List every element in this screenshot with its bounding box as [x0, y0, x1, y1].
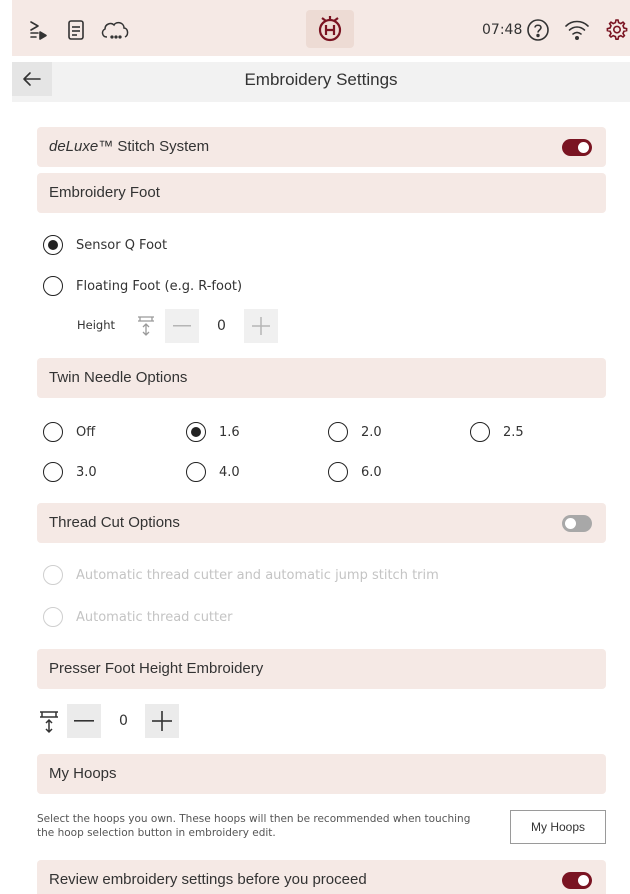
help-icon[interactable]	[526, 18, 550, 42]
deluxe-stitch-system-label: deLuxe™ Stitch System	[49, 138, 210, 155]
radio-button[interactable]	[186, 422, 206, 442]
radio-twin-4-0[interactable]: 4.0	[186, 460, 240, 484]
embroidery-foot-header: Embroidery Foot	[37, 173, 606, 213]
radio-button[interactable]	[43, 235, 63, 255]
radio-button	[43, 565, 63, 585]
minus-icon	[173, 325, 191, 327]
cloud-icon[interactable]	[98, 18, 132, 42]
review-settings-label: Review embroidery settings before you pr…	[49, 871, 367, 888]
my-hoops-description: Select the hoops you own. These hoops wi…	[37, 813, 471, 839]
radio-twin-1-6[interactable]: 1.6	[186, 420, 240, 444]
deluxe-stitch-system-row: deLuxe™ Stitch System	[37, 127, 606, 167]
section-title: Twin Needle Options	[49, 369, 188, 386]
document-icon[interactable]	[66, 18, 86, 42]
height-value: 0	[217, 318, 226, 334]
settings-gear-icon[interactable]	[604, 18, 628, 42]
review-settings-toggle[interactable]	[562, 872, 592, 889]
height-decrease-button[interactable]	[165, 309, 199, 343]
wifi-icon[interactable]	[564, 18, 590, 42]
title-bar: Embroidery Settings	[12, 62, 630, 102]
radio-button[interactable]	[328, 422, 348, 442]
radio-twin-3-0[interactable]: 3.0	[43, 460, 97, 484]
height-label: Height	[77, 318, 116, 332]
section-title: Presser Foot Height Embroidery	[49, 660, 264, 677]
radio-button[interactable]	[470, 422, 490, 442]
my-hoops-button[interactable]: My Hoops	[510, 810, 606, 844]
section-title: Embroidery Foot	[49, 184, 160, 201]
status-bar: 07:48	[12, 0, 630, 56]
presser-foot-increase-button[interactable]	[145, 704, 179, 738]
radio-button[interactable]	[43, 462, 63, 482]
twin-needle-options-header: Twin Needle Options	[37, 358, 606, 398]
my-hoops-header: My Hoops	[37, 754, 606, 794]
radio-button[interactable]	[186, 462, 206, 482]
page-title: Embroidery Settings	[244, 70, 398, 89]
radio-button	[43, 607, 63, 627]
presser-foot-value: 0	[119, 713, 128, 729]
radio-twin-2-5[interactable]: 2.5	[470, 420, 524, 444]
deluxe-stitch-system-toggle[interactable]	[562, 139, 592, 156]
husqvarna-logo[interactable]	[306, 10, 354, 48]
thread-cut-toggle[interactable]	[562, 515, 592, 532]
plus-icon	[252, 317, 270, 335]
radio-cutter-and-jump-trim: Automatic thread cutter and automatic ju…	[43, 563, 439, 587]
thread-cut-options-row: Thread Cut Options	[37, 503, 606, 543]
radio-floating-foot[interactable]: Floating Foot (e.g. R-foot)	[43, 274, 242, 298]
radio-button[interactable]	[43, 422, 63, 442]
sewing-mode-icon[interactable]	[28, 18, 50, 42]
section-title: Thread Cut Options	[49, 514, 180, 531]
review-settings-row: Review embroidery settings before you pr…	[37, 860, 606, 894]
plus-icon	[152, 711, 172, 731]
radio-twin-6-0[interactable]: 6.0	[328, 460, 382, 484]
presser-foot-height-icon	[133, 313, 159, 341]
height-increase-button[interactable]	[244, 309, 278, 343]
radio-sensor-q-foot[interactable]: Sensor Q Foot	[43, 233, 167, 257]
radio-twin-off[interactable]: Off	[43, 420, 95, 444]
minus-icon	[74, 720, 94, 722]
presser-foot-height-icon	[36, 708, 62, 738]
radio-button[interactable]	[43, 276, 63, 296]
radio-cutter-only: Automatic thread cutter	[43, 605, 232, 629]
section-title: My Hoops	[49, 765, 117, 782]
radio-twin-2-0[interactable]: 2.0	[328, 420, 382, 444]
presser-foot-height-header: Presser Foot Height Embroidery	[37, 649, 606, 689]
clock-time: 07:48	[482, 22, 523, 38]
radio-button[interactable]	[328, 462, 348, 482]
presser-foot-decrease-button[interactable]	[67, 704, 101, 738]
